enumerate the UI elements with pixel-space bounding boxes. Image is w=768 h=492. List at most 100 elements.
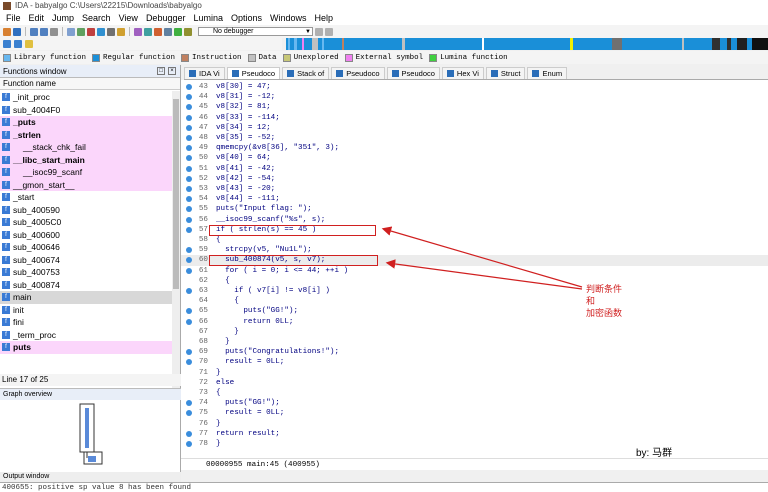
xref-icon[interactable] [144,27,152,36]
menu-help[interactable]: Help [311,13,338,23]
code-line[interactable]: 43 v8[30] = 47; [181,82,768,92]
function-list-item[interactable]: f _start [0,191,172,204]
navigation-band[interactable] [282,38,768,50]
patch-icon[interactable] [154,27,162,36]
breakpoint-dot-icon[interactable] [186,114,192,121]
breakpoint-dot-icon[interactable] [186,155,192,162]
code-line[interactable]: 54 v8[44] = -111; [181,194,768,204]
code-line[interactable]: 50 v8[40] = 64; [181,153,768,163]
code-line[interactable]: 73 { [181,388,768,398]
breakpoint-dot-icon[interactable] [186,349,192,356]
forward-icon[interactable] [40,27,48,36]
function-list-item[interactable]: f __stack_chk_fail [0,141,172,154]
breakpoint-dot-icon[interactable] [186,257,192,264]
code-line[interactable]: 76} [181,419,768,429]
function-list-item[interactable]: f _puts [0,116,172,129]
function-list-item[interactable]: f sub_400753 [0,266,172,279]
graph-overview[interactable] [0,400,181,472]
function-list-item[interactable]: f _term_proc [0,329,172,342]
nav-left-icon[interactable] [3,40,11,48]
tab-2[interactable]: Stack of [282,67,330,79]
breakpoint-dot-icon[interactable] [186,206,192,213]
breakpoint-dot-icon[interactable] [186,94,192,101]
breakpoint-dot-icon[interactable] [186,216,192,223]
breakpoint-dot-icon[interactable] [186,430,192,437]
function-list-item[interactable]: f sub_400874 [0,279,172,292]
breakpoint-dot-icon[interactable] [186,104,192,111]
code-line[interactable]: 49 qmemcpy(&v8[36], "351", 3); [181,143,768,153]
breakpoint-dot-icon[interactable] [186,359,192,366]
enum-icon[interactable] [117,27,125,36]
function-name-column-header[interactable]: Function name [0,78,180,90]
breakpoint-dot-icon[interactable] [186,441,192,447]
nav-right-icon[interactable] [14,40,22,48]
debug-options-icon[interactable] [315,27,323,36]
function-list-item[interactable]: f _strlen [0,128,172,141]
code-line[interactable]: 44 v8[31] = -12; [181,92,768,102]
function-icon[interactable] [97,27,105,36]
graph-icon[interactable] [134,27,142,36]
back-icon[interactable] [30,27,38,36]
breakpoint-dot-icon[interactable] [186,145,192,152]
tab-6[interactable]: Struct [485,67,526,79]
function-list-item[interactable]: f sub_400646 [0,241,172,254]
code-line[interactable]: 52 v8[42] = -54; [181,174,768,184]
tab-4[interactable]: Pseudoco [386,67,440,79]
open-icon[interactable] [3,27,11,36]
code-line[interactable]: 58 { [181,235,768,245]
menu-edit[interactable]: Edit [25,13,49,23]
breakpoint-dot-icon[interactable] [186,247,192,254]
function-list-item[interactable]: f __isoc99_scanf [0,166,172,179]
code-line[interactable]: 59 strcpy(v5, "Nu1L"); [181,245,768,255]
code-line[interactable]: 66 return 0LL; [181,317,768,327]
menu-view[interactable]: View [115,13,142,23]
tab-0[interactable]: IDA Vi [184,67,225,79]
breakpoint-dot-icon[interactable] [186,410,192,417]
script-icon[interactable] [164,27,172,36]
code-line[interactable]: 74 puts("GG!"); [181,398,768,408]
tab-5[interactable]: Hex Vi [441,67,484,79]
function-list-item[interactable]: f sub_4004F0 [0,104,172,117]
menu-lumina[interactable]: Lumina [189,13,227,23]
breakpoint-dot-icon[interactable] [186,308,192,315]
breakpoint-dot-icon[interactable] [186,196,192,203]
code-line[interactable]: 70 result = 0LL; [181,357,768,367]
code-icon[interactable] [87,27,95,36]
restore-icon[interactable]: □ [157,67,165,75]
function-list-item[interactable]: f __gmon_start__ [0,178,172,191]
menu-debugger[interactable]: Debugger [142,13,190,23]
code-line[interactable]: 63 if ( v7[i] != v8[i] ) [181,286,768,296]
breakpoint-dot-icon[interactable] [186,175,192,182]
function-list-item[interactable]: f _init_proc [0,91,172,104]
code-line[interactable]: 65 puts("GG!"); [181,306,768,316]
menu-search[interactable]: Search [78,13,115,23]
tab-7[interactable]: Enum [527,67,568,79]
function-list-item[interactable]: f init [0,304,172,317]
function-list-item[interactable]: f sub_400600 [0,229,172,242]
scrollbar-thumb[interactable] [173,99,179,289]
save-icon[interactable] [13,27,21,36]
code-line[interactable]: 55 puts("Input flag: "); [181,204,768,214]
breakpoint-dot-icon[interactable] [186,318,192,325]
menu-windows[interactable]: Windows [266,13,311,23]
menu-file[interactable]: File [2,13,25,23]
code-line[interactable]: 67 } [181,327,768,337]
history-icon[interactable] [50,27,58,36]
code-line[interactable]: 72 else [181,378,768,388]
function-list-item[interactable]: f sub_4005C0 [0,216,172,229]
breakpoint-dot-icon[interactable] [186,267,192,274]
function-list-item[interactable]: f __libc_start_main [0,153,172,166]
breakpoint-dot-icon[interactable] [186,124,192,131]
close-icon[interactable]: × [168,67,176,75]
pseudocode-view[interactable]: 43 v8[30] = 47; 44 v8[31] = -12; 45 v8[32] = … [181,80,768,458]
function-list-item[interactable]: f sub_400674 [0,254,172,267]
nav-zoom-icon[interactable] [25,40,33,48]
code-line[interactable]: 48 v8[35] = -52; [181,133,768,143]
breakpoint-dot-icon[interactable] [186,135,192,141]
breakpoint-dot-icon[interactable] [186,84,192,90]
code-line[interactable]: 46 v8[33] = -114; [181,113,768,123]
pause-icon[interactable] [184,27,192,36]
breakpoint-dot-icon[interactable] [186,226,192,233]
tab-1[interactable]: Pseudoco [226,67,281,79]
debugger-select[interactable]: No debugger ▼ [198,27,313,36]
